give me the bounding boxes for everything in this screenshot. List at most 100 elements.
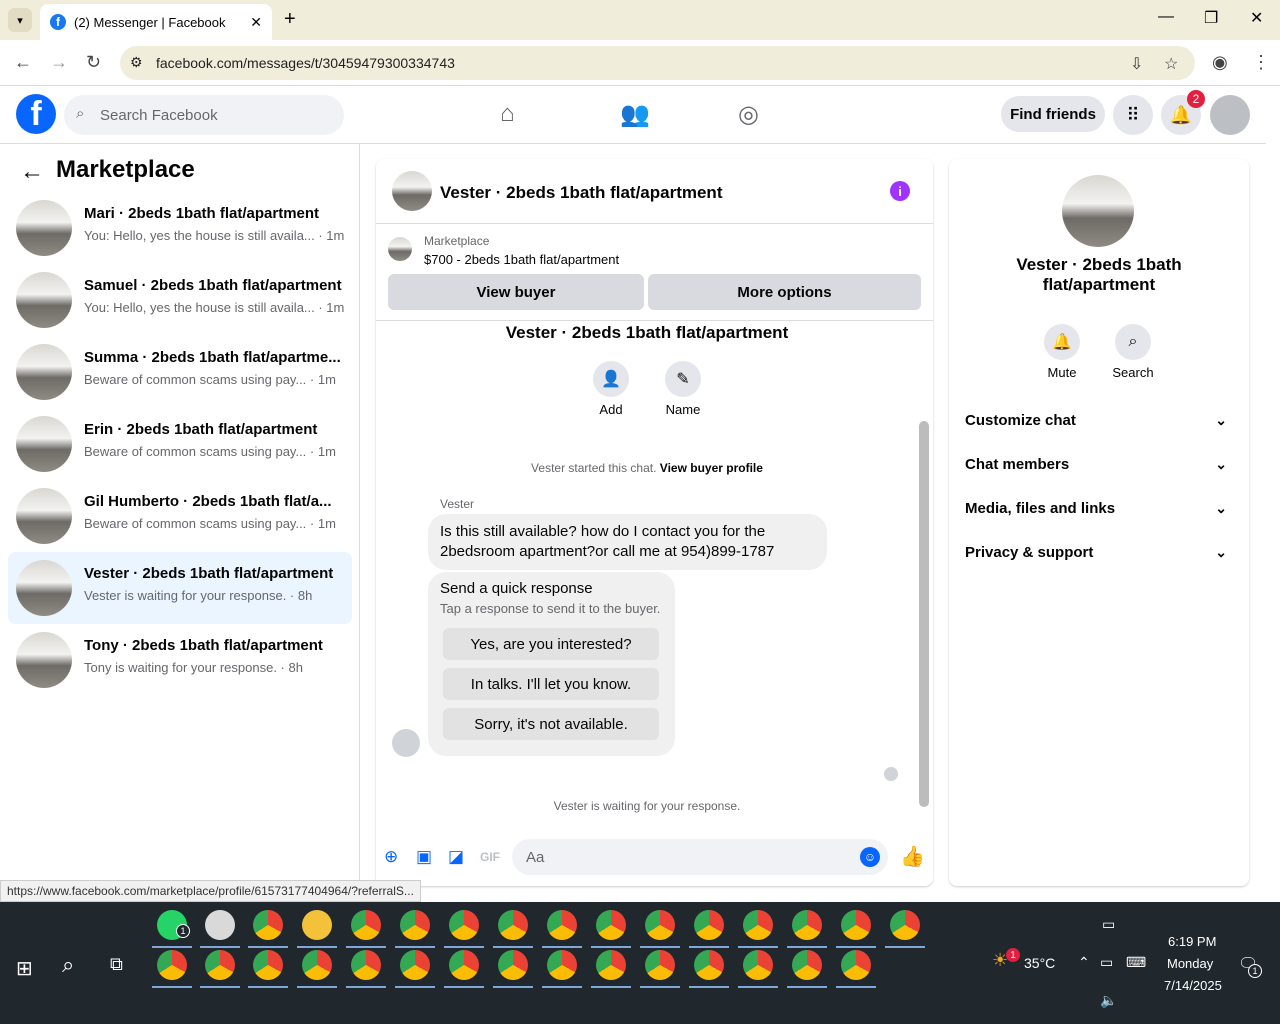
conversation-item-active[interactable]: Vester · 2beds 1bath flat/apartment Vest… — [8, 552, 352, 624]
browser-tab[interactable]: f (2) Messenger | Facebook ✕ — [40, 4, 272, 40]
keyboard-icon[interactable]: ⌨ — [1126, 954, 1146, 971]
chrome-profile-icon[interactable] — [792, 950, 822, 980]
marketplace-label: Marketplace — [424, 234, 490, 248]
chrome-profile-icon[interactable] — [890, 910, 920, 940]
meet-now-icon[interactable]: ▭ — [1102, 916, 1115, 933]
photo-icon[interactable]: ▣ — [416, 847, 432, 867]
bookmark-star-icon[interactable]: ☆ — [1164, 54, 1178, 74]
chrome-profile-icon[interactable] — [645, 910, 675, 940]
chrome-icon[interactable] — [253, 910, 283, 940]
window-close-icon[interactable]: ✕ — [1250, 8, 1263, 28]
minimize-icon[interactable]: — — [1158, 8, 1174, 26]
quick-response-option[interactable]: In talks. I'll let you know. — [443, 668, 659, 700]
restore-icon[interactable]: ❐ — [1204, 8, 1218, 28]
sticker-icon[interactable]: ◪ — [448, 847, 464, 867]
conversation-item[interactable]: Gil Humberto · 2beds 1bath flat/a... Bew… — [8, 480, 352, 552]
chrome-profile-icon[interactable] — [498, 910, 528, 940]
volume-icon[interactable]: 🔈 — [1100, 992, 1117, 1009]
chrome-profile-icon[interactable] — [547, 910, 577, 940]
tab-search-button[interactable]: ▾ — [8, 8, 32, 32]
chrome-profile-icon[interactable] — [547, 950, 577, 980]
browser-menu-icon[interactable]: ⋮ — [1252, 52, 1270, 73]
chevron-up-icon[interactable]: ⌃ — [1078, 954, 1090, 971]
add-person-icon[interactable]: 👤 — [593, 361, 629, 397]
paint-icon[interactable] — [205, 910, 235, 940]
friends-icon[interactable]: 👥 — [620, 100, 650, 129]
account-avatar[interactable] — [1210, 95, 1250, 135]
chrome-profile-icon[interactable] — [694, 950, 724, 980]
back-icon[interactable]: ← — [14, 52, 32, 73]
close-tab-icon[interactable]: ✕ — [250, 14, 262, 31]
chat-title[interactable]: Vester · 2beds 1bath flat/apartment — [440, 183, 722, 203]
chrome-profile-icon[interactable] — [743, 910, 773, 940]
network-icon[interactable]: ▭ — [1100, 954, 1113, 971]
chrome-profile-icon[interactable] — [449, 950, 479, 980]
plus-circle-icon[interactable]: ⊕ — [384, 847, 398, 867]
more-options-button[interactable]: More options — [648, 274, 921, 310]
menu-grid-icon[interactable]: ⠿ — [1113, 95, 1153, 135]
conversation-item[interactable]: Mari · 2beds 1bath flat/apartment You: H… — [8, 192, 352, 264]
privacy-support-row[interactable]: Privacy & support ⌄ — [965, 544, 1233, 568]
chat-avatar[interactable] — [392, 171, 432, 211]
quick-response-option[interactable]: Sorry, it's not available. — [443, 708, 659, 740]
forward-icon[interactable]: → — [50, 52, 68, 73]
chrome-profile-icon[interactable] — [351, 950, 381, 980]
view-buyer-button[interactable]: View buyer — [388, 274, 644, 310]
view-buyer-profile-link[interactable]: View buyer profile — [660, 461, 763, 475]
profile-icon[interactable]: ◉ — [1212, 52, 1228, 73]
chrome-profile-icon[interactable] — [498, 950, 528, 980]
chrome-profile-icon[interactable] — [596, 910, 626, 940]
chat-scrollbar-thumb[interactable] — [919, 421, 929, 807]
chrome-profile-icon[interactable] — [841, 950, 871, 980]
install-app-icon[interactable]: ⇩ — [1130, 54, 1143, 74]
clock-time[interactable]: 6:19 PM — [1168, 934, 1216, 949]
file-explorer-icon[interactable] — [302, 910, 332, 940]
chat-members-row[interactable]: Chat members ⌄ — [965, 456, 1233, 480]
thumbs-up-icon[interactable]: 👍 — [900, 844, 925, 869]
chrome-profile-icon[interactable] — [302, 950, 332, 980]
reload-icon[interactable]: ↻ — [86, 52, 101, 73]
address-bar[interactable]: ⚙ facebook.com/messages/t/30459479300334… — [120, 46, 1195, 80]
facebook-logo-icon[interactable]: f — [16, 94, 56, 134]
search-icon[interactable]: ⌕ — [1115, 324, 1151, 360]
conversation-item[interactable]: Erin · 2beds 1bath flat/apartment Beware… — [8, 408, 352, 480]
conversation-item[interactable]: Summa · 2beds 1bath flat/apartme... Bewa… — [8, 336, 352, 408]
message-input[interactable]: Aa ☺ — [512, 839, 888, 875]
chrome-profile-icon[interactable] — [743, 950, 773, 980]
taskbar-search-icon[interactable]: ⌕ — [62, 952, 74, 978]
edit-name-icon[interactable]: ✎ — [665, 361, 701, 397]
groups-icon[interactable]: ◎ — [738, 100, 759, 129]
gif-icon[interactable]: GIF — [480, 850, 500, 864]
conversation-item[interactable]: Samuel · 2beds 1bath flat/apartment You:… — [8, 264, 352, 336]
new-tab-icon[interactable]: + — [284, 8, 296, 31]
task-view-icon[interactable]: ⧉ — [110, 954, 123, 975]
chrome-profile-icon[interactable] — [792, 910, 822, 940]
page-scrollbar[interactable] — [1266, 86, 1280, 902]
info-icon[interactable]: i — [890, 181, 910, 201]
back-arrow-icon[interactable]: ← — [20, 158, 44, 186]
facebook-search-input[interactable]: ⌕ Search Facebook — [64, 95, 344, 135]
chrome-profile-icon[interactable] — [157, 950, 187, 980]
chrome-profile-icon[interactable] — [351, 910, 381, 940]
chrome-profile-icon[interactable] — [596, 950, 626, 980]
chrome-profile-icon[interactable] — [205, 950, 235, 980]
conversation-item[interactable]: Tony · 2beds 1bath flat/apartment Tony i… — [8, 624, 352, 696]
chrome-profile-icon[interactable] — [841, 910, 871, 940]
media-files-links-row[interactable]: Media, files and links ⌄ — [965, 500, 1233, 524]
quick-response-option[interactable]: Yes, are you interested? — [443, 628, 659, 660]
site-info-icon[interactable]: ⚙ — [130, 54, 143, 71]
chrome-profile-icon[interactable] — [400, 950, 430, 980]
clock-day[interactable]: Monday — [1167, 956, 1213, 971]
customize-chat-row[interactable]: Customize chat ⌄ — [965, 412, 1233, 436]
chrome-profile-icon[interactable] — [400, 910, 430, 940]
chrome-profile-icon[interactable] — [694, 910, 724, 940]
home-icon[interactable]: ⌂ — [500, 100, 515, 128]
find-friends-button[interactable]: Find friends — [1001, 96, 1105, 132]
chrome-profile-icon[interactable] — [253, 950, 283, 980]
mute-bell-icon[interactable]: 🔔 — [1044, 324, 1080, 360]
chrome-profile-icon[interactable] — [449, 910, 479, 940]
windows-start-icon[interactable]: ⊞ — [16, 956, 33, 981]
emoji-icon[interactable]: ☺ — [860, 847, 880, 867]
clock-date[interactable]: 7/14/2025 — [1164, 978, 1222, 993]
chrome-profile-icon[interactable] — [645, 950, 675, 980]
